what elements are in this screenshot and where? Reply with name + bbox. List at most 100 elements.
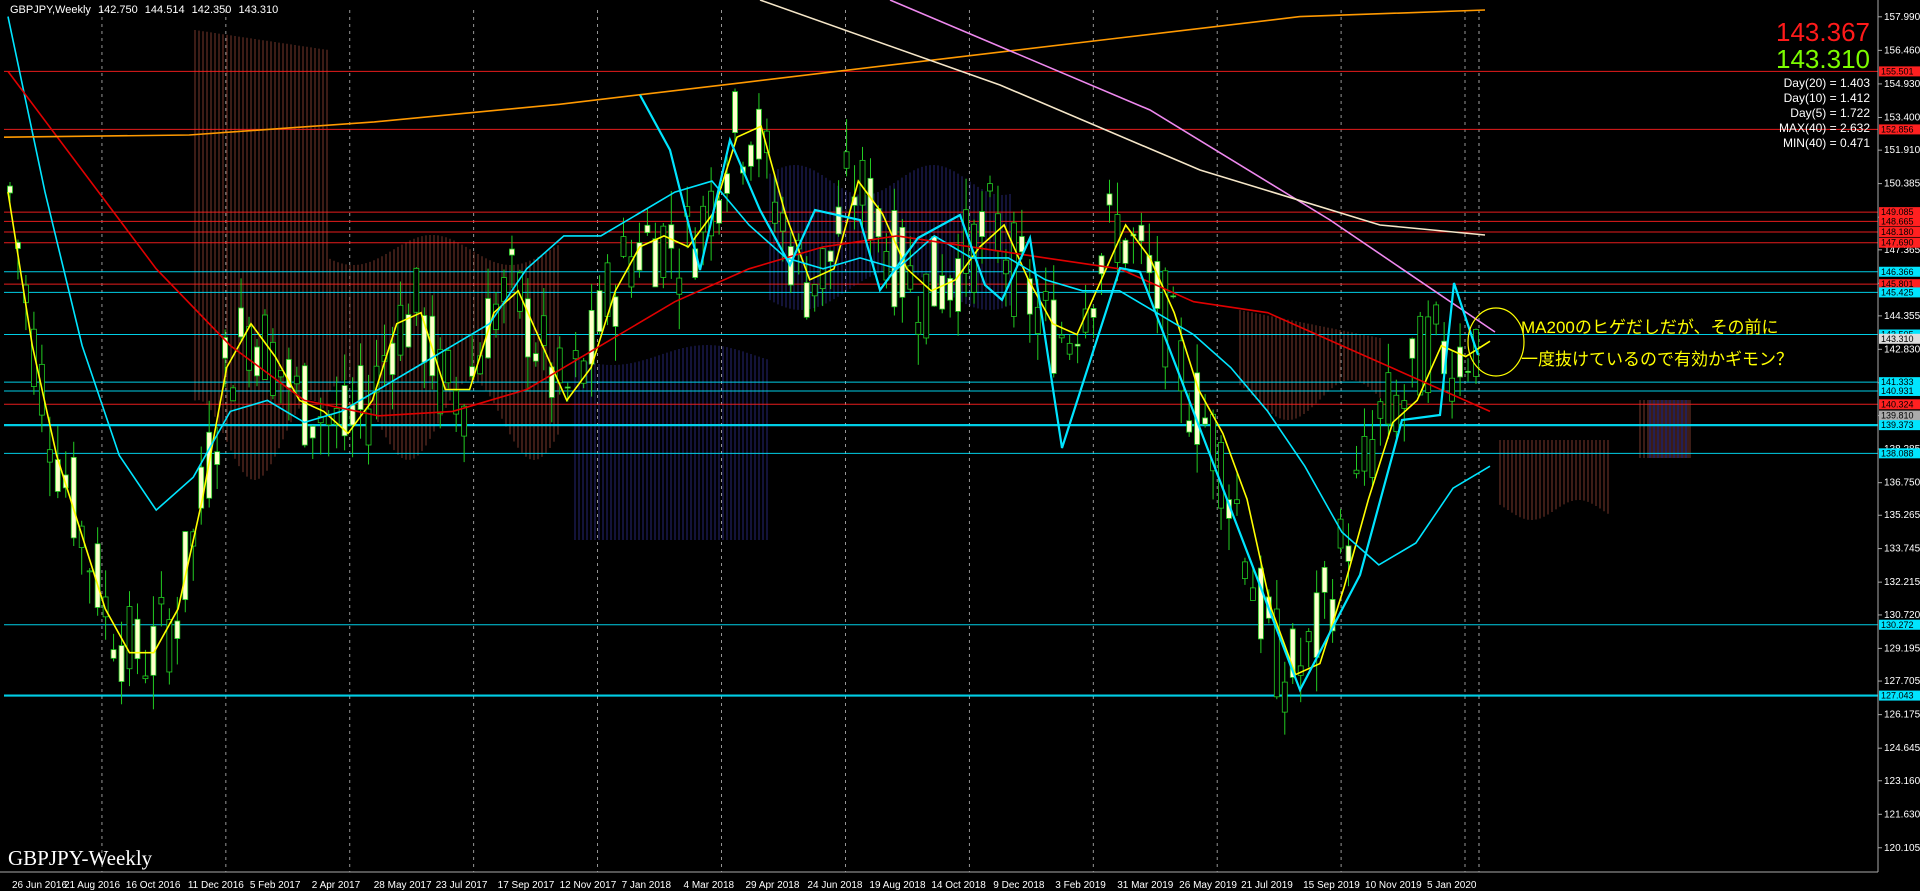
level-tag-label: 130.272 xyxy=(1881,620,1914,630)
candle-bear xyxy=(1250,587,1256,601)
x-tick-label: 10 Nov 2019 xyxy=(1365,880,1422,891)
y-tick-label: 124.645 xyxy=(1884,743,1920,754)
stat-max40: MAX(40) = 2.632 xyxy=(1778,121,1870,135)
candle-bull xyxy=(7,185,13,194)
candle-bear xyxy=(1066,342,1073,355)
candle-bull xyxy=(875,208,882,238)
candle-bull xyxy=(827,250,834,262)
candle-bull xyxy=(94,543,101,608)
stat-day5: Day(5) = 1.722 xyxy=(1790,106,1870,120)
price-axis: 157.990 156.460 154.930 153.400 151.910 150.3… xyxy=(0,0,1920,873)
zigzag-polyline xyxy=(639,94,1480,693)
candle-bull xyxy=(1050,299,1057,374)
candle-bull xyxy=(724,173,730,194)
x-tick-label: 21 Aug 2016 xyxy=(64,880,121,891)
candle-bull xyxy=(357,365,364,410)
ma-line xyxy=(7,16,1491,566)
candle-bear xyxy=(556,347,563,384)
candle-bull xyxy=(110,649,117,659)
candle-bull xyxy=(389,342,396,375)
x-tick-label: 21 Jul 2019 xyxy=(1241,880,1293,891)
candle-bear xyxy=(1401,400,1408,409)
candle-bear xyxy=(1234,499,1240,504)
candle-bull xyxy=(588,309,595,365)
level-tag-label: 146.366 xyxy=(1881,267,1914,277)
level-tag-label: 147.690 xyxy=(1881,238,1914,248)
x-tick-label: 3 Feb 2019 xyxy=(1055,880,1106,891)
x-tick-label: 31 Mar 2019 xyxy=(1117,880,1174,891)
candle-bull xyxy=(1202,417,1209,425)
time-axis: 26 Jun 201621 Aug 2016 16 Oct 2016 11 Dec … xyxy=(12,880,1477,891)
candle-bear xyxy=(445,350,452,384)
candle-bear xyxy=(1361,436,1368,472)
stat-day10: Day(10) = 1.412 xyxy=(1783,91,1870,105)
y-tick-label: 127.705 xyxy=(1884,676,1920,687)
level-tag-label: 143.310 xyxy=(1881,334,1914,344)
candle-bear xyxy=(987,183,993,192)
candle-bull xyxy=(1138,224,1145,242)
horizontal-levels xyxy=(4,70,1878,697)
candle-bear xyxy=(771,201,778,224)
candle-bear xyxy=(397,304,404,356)
level-tag-label: 139.373 xyxy=(1881,420,1914,430)
candle-bull xyxy=(174,620,181,639)
y-tick-label: 121.630 xyxy=(1884,809,1920,820)
candle-bear xyxy=(413,267,420,313)
annotation-text: MA200のヒゲだしだが、その前に 一度抜けているので有効かギモン？ xyxy=(1521,312,1793,376)
candle-bear xyxy=(1385,372,1392,425)
candle-bull xyxy=(1321,567,1328,593)
candle-bull xyxy=(509,248,515,256)
candle-bull xyxy=(931,236,938,307)
level-tag-label: 155.501 xyxy=(1881,66,1914,76)
high-value: 144.514 xyxy=(144,4,185,16)
x-tick-label: 16 Oct 2016 xyxy=(126,880,181,891)
candle-bull xyxy=(1257,567,1264,640)
candle-bull xyxy=(70,456,77,539)
y-tick-label: 135.265 xyxy=(1884,510,1920,521)
x-tick-label: 29 Apr 2018 xyxy=(745,880,799,891)
x-tick-label: 2 Apr 2017 xyxy=(312,880,361,891)
candle-bear xyxy=(246,326,252,371)
level-tag-label: 138.088 xyxy=(1881,448,1914,458)
y-tick-label: 136.750 xyxy=(1884,478,1920,489)
candle-bear xyxy=(1218,441,1224,509)
candle-bull xyxy=(1098,255,1105,275)
candle-bull xyxy=(1090,308,1097,318)
candle-bull xyxy=(955,258,962,312)
candle-bull xyxy=(803,282,810,318)
candle-bull xyxy=(1106,193,1113,206)
y-tick-label: 133.745 xyxy=(1884,544,1920,555)
y-tick-label: 154.930 xyxy=(1884,79,1920,90)
candle-bear xyxy=(1003,259,1009,275)
candle-bull xyxy=(532,353,539,362)
zigzag-line xyxy=(639,94,1480,693)
vertical-grid xyxy=(101,10,1480,872)
y-tick-label: 157.990 xyxy=(1884,12,1920,23)
candle-bear xyxy=(1034,306,1041,334)
candle-bear xyxy=(1305,631,1312,643)
y-tick-label: 150.385 xyxy=(1884,179,1920,190)
price-chart[interactable]: 157.990 156.460 154.930 153.400 151.910 150.3… xyxy=(0,0,1920,891)
candle-bull xyxy=(1465,370,1471,373)
candle-bull xyxy=(564,386,571,389)
stat-min40: MIN(40) = 0.471 xyxy=(1782,136,1870,150)
x-tick-label: 5 Feb 2017 xyxy=(250,880,301,891)
candle-bear xyxy=(1281,681,1288,713)
x-tick-label: 11 Dec 2016 xyxy=(188,880,244,891)
price-level-tags: 155.501152.856149.085148.665148.180147.6… xyxy=(1879,66,1920,701)
candle-bear xyxy=(1417,315,1424,396)
candle-bear xyxy=(1369,439,1376,478)
candle-bull xyxy=(748,144,754,167)
close-value: 143.310 xyxy=(238,4,279,16)
x-tick-label: 15 Sep 2019 xyxy=(1303,880,1360,891)
candle-bull xyxy=(1313,592,1320,658)
candle-bear xyxy=(1242,561,1248,579)
candle-bear xyxy=(126,606,133,670)
chart-header: GBPJPY,Weekly 142.750 144.514 142.350 14… xyxy=(10,4,282,16)
candle-bull xyxy=(254,346,260,377)
candle-bear xyxy=(779,212,786,232)
x-tick-label: 23 Jul 2017 xyxy=(436,880,488,891)
annotation-line-1: MA200のヒゲだしだが、その前に xyxy=(1521,318,1779,337)
level-tag-label: 140.931 xyxy=(1881,386,1914,396)
x-tick-label: 7 Jan 2018 xyxy=(622,880,672,891)
